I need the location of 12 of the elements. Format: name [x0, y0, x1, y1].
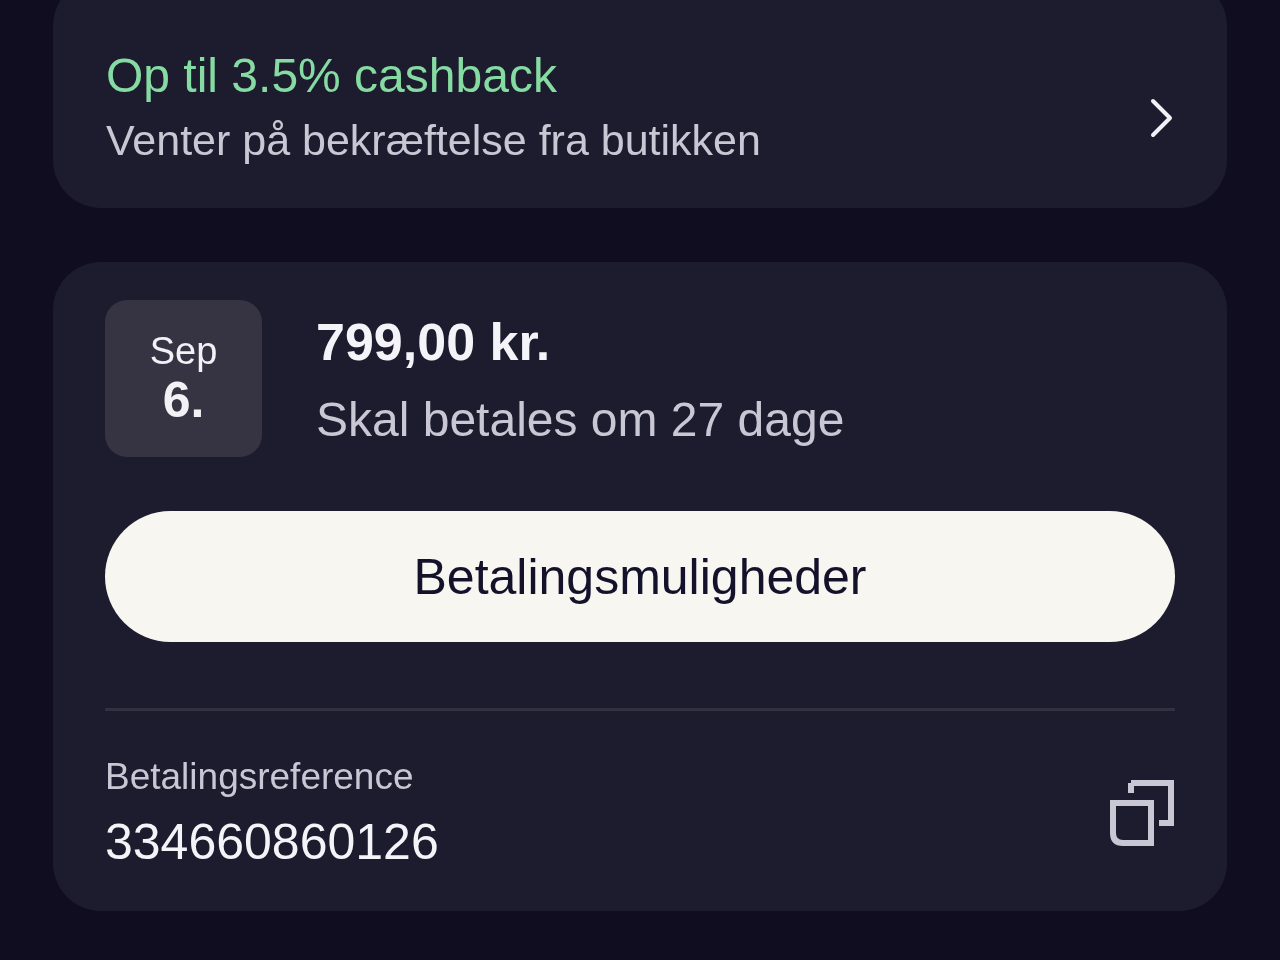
cashback-title: Op til 3.5% cashback: [106, 50, 558, 102]
chevron-right-icon: [1149, 98, 1175, 138]
payment-options-button[interactable]: Betalingsmuligheder: [105, 511, 1175, 642]
reference-label: Betalingsreference: [105, 755, 415, 799]
due-text: Skal betales om 27 dage: [316, 392, 845, 448]
cashback-card[interactable]: Op til 3.5% cashback Venter på bekræftelse fra butikken: [53, 0, 1227, 208]
cashback-status: Venter på bekræftelse fra butikken: [106, 116, 761, 164]
reference-number: 334660860126: [105, 813, 439, 871]
date-day: 6.: [162, 371, 205, 428]
copy-icon[interactable]: [1107, 779, 1175, 847]
payment-amount: 799,00 kr.: [316, 312, 552, 372]
date-month: Sep: [149, 329, 218, 372]
